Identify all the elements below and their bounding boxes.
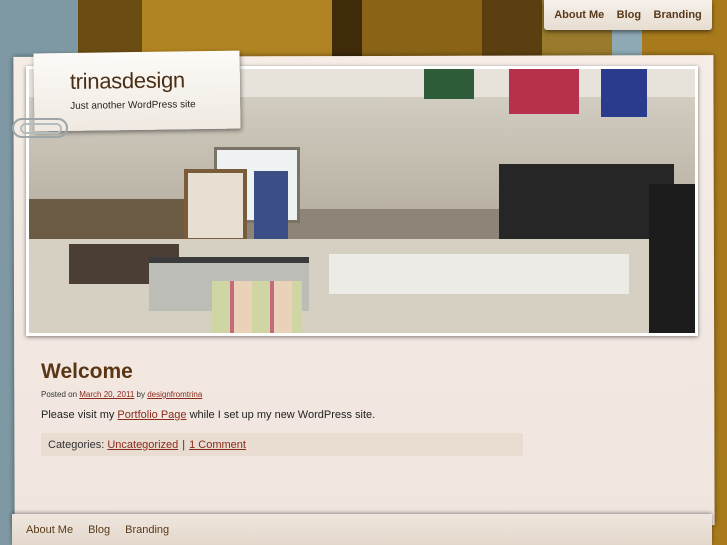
post-body-suffix: while I set up my new WordPress site. <box>189 409 376 421</box>
post-footer: Categories: Uncategorized | 1 Comment <box>41 433 523 456</box>
site-description: Just another WordPress site <box>70 99 196 112</box>
site-title-card: trinasdesign Just another WordPress site <box>33 50 241 132</box>
post-meta-by: by <box>136 390 145 399</box>
comments-link[interactable]: 1 Comment <box>189 439 246 451</box>
photo-desk <box>329 254 629 294</box>
post-body-prefix: Please visit my <box>41 409 115 421</box>
footer-separator: | <box>182 438 186 451</box>
photo-flag <box>601 69 647 117</box>
category-link[interactable]: Uncategorized <box>107 439 178 451</box>
site-title[interactable]: trinasdesign <box>70 67 240 95</box>
post-meta: Posted on March 20, 2011 by designfromtr… <box>41 390 523 399</box>
top-nav-branding[interactable]: Branding <box>654 9 702 21</box>
photo-frame <box>184 169 247 242</box>
portfolio-page-link[interactable]: Portfolio Page <box>117 409 186 421</box>
bottom-nav-about-me[interactable]: About Me <box>26 524 73 536</box>
bottom-nav-blog[interactable]: Blog <box>88 524 110 536</box>
photo-flag <box>424 69 474 99</box>
top-navigation: About Me Blog Branding <box>544 0 712 30</box>
bottom-nav-branding[interactable]: Branding <box>125 524 169 536</box>
photo-cabinet <box>649 184 695 333</box>
photo-poster <box>254 171 288 243</box>
paperclip-icon <box>12 118 68 138</box>
post-body: Please visit my Portfolio Page while I s… <box>41 409 523 421</box>
top-nav-about-me[interactable]: About Me <box>554 9 604 21</box>
post-author-link[interactable]: designfromtrina <box>147 390 202 399</box>
post-content: Welcome Posted on March 20, 2011 by desi… <box>41 360 523 456</box>
paperclip-inner <box>20 123 62 134</box>
bottom-navigation: About Me Blog Branding <box>12 514 712 545</box>
post-date-link[interactable]: March 20, 2011 <box>79 390 134 399</box>
photo-flag <box>509 69 579 114</box>
post-title[interactable]: Welcome <box>41 360 523 384</box>
categories-label: Categories: <box>48 438 105 451</box>
post-meta-prefix: Posted on <box>41 390 78 399</box>
photo-bottles <box>212 281 302 333</box>
top-nav-blog[interactable]: Blog <box>617 9 641 21</box>
